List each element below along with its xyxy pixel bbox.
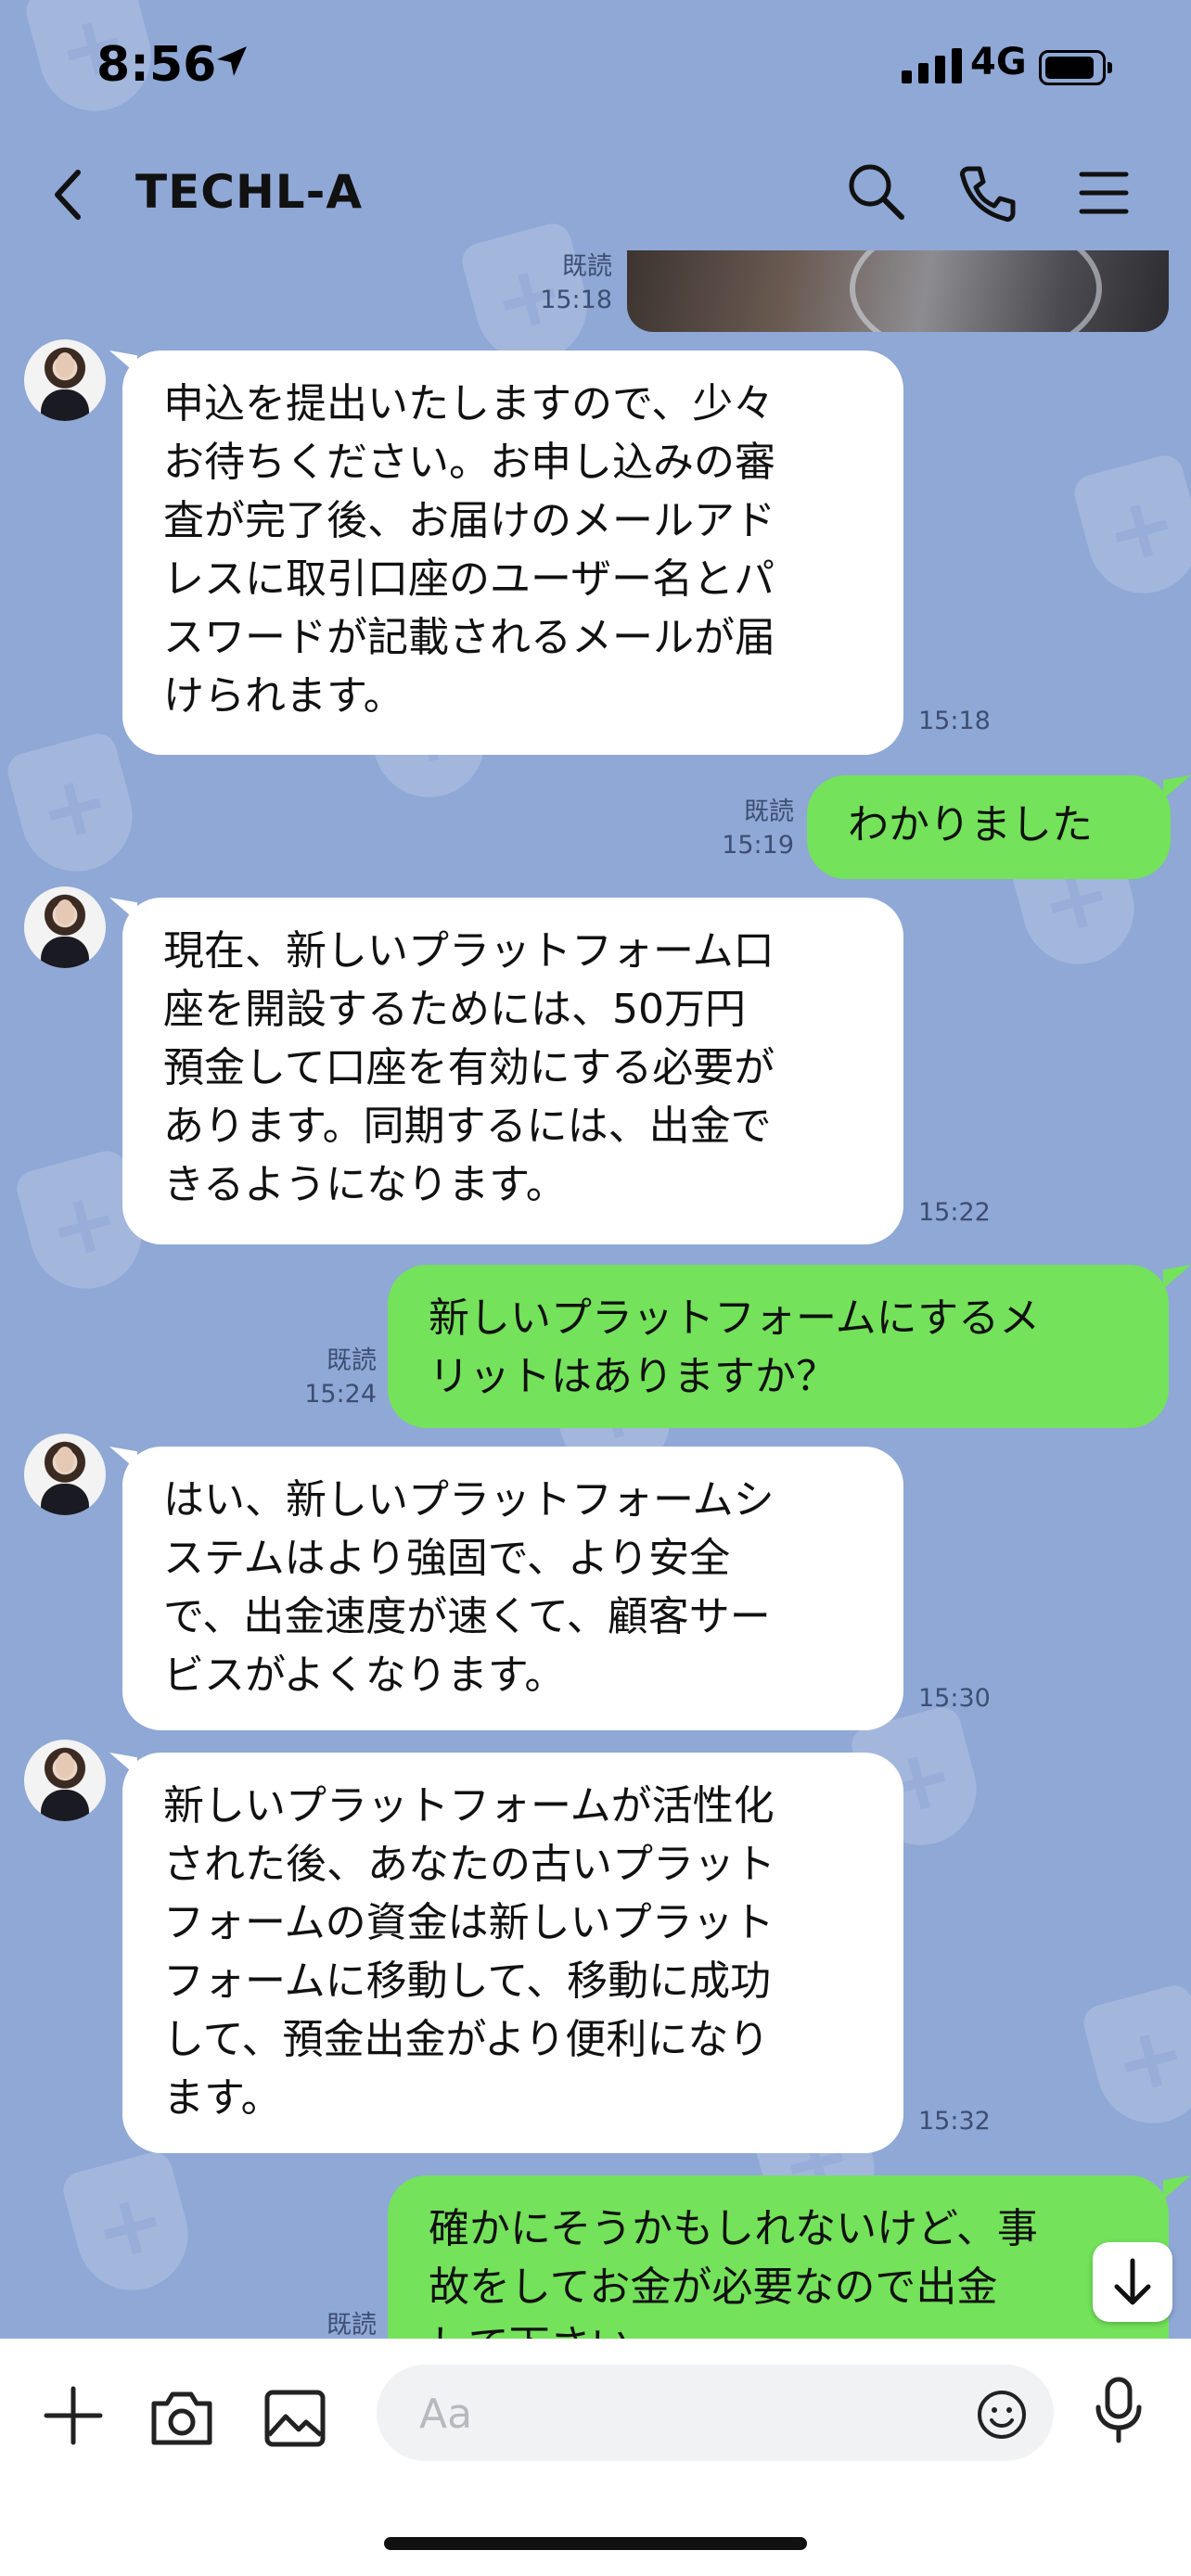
message-time: 15:32	[918, 2107, 991, 2136]
read-receipt: 既読	[744, 797, 794, 826]
message-meta: 既読	[269, 2309, 377, 2342]
read-receipt: 既読	[327, 2311, 377, 2340]
shield-watermark-icon	[1069, 451, 1191, 606]
network-type: 4G	[970, 41, 1027, 83]
message-time: 15:19	[722, 831, 794, 860]
shield-watermark-icon	[3, 729, 146, 885]
read-receipt: 既読	[327, 1346, 377, 1375]
shield-watermark-icon	[1079, 1981, 1191, 2136]
sent-image-message[interactable]	[627, 250, 1169, 332]
battery-icon	[1039, 50, 1112, 85]
home-indicator	[384, 2537, 807, 2550]
outgoing-message-bubble[interactable]: 新しいプラットフォームにするメ リットはありますか？	[388, 1265, 1169, 1428]
message-time: 15:30	[918, 1684, 991, 1713]
shield-watermark-icon	[58, 2148, 201, 2303]
emoji-icon[interactable]	[976, 2389, 1028, 2441]
phone-icon[interactable]	[955, 161, 1020, 226]
menu-icon[interactable]	[1078, 167, 1130, 219]
read-receipt: 既読	[562, 252, 612, 281]
message-time: 15:18	[540, 286, 612, 314]
back-chevron-icon[interactable]	[50, 167, 87, 223]
chat-header: TECHL-A	[0, 139, 1191, 250]
status-bar: 8:56 4G	[0, 0, 1191, 139]
avatar[interactable]	[24, 1434, 106, 1515]
incoming-message-bubble[interactable]: 申込を提出いたしますので、少々 お待ちください。お申し込みの審 査が完了後、お届…	[122, 351, 903, 755]
plus-icon[interactable]	[41, 2383, 106, 2448]
message-meta: 既読 15:19	[686, 796, 794, 862]
status-time: 8:56	[96, 37, 217, 93]
message-input[interactable]: Aa	[377, 2365, 1054, 2461]
avatar[interactable]	[24, 339, 106, 421]
arrow-down-icon	[1114, 2258, 1151, 2305]
message-time: 15:24	[304, 1380, 377, 1409]
message-composer: Aa	[0, 2339, 1191, 2576]
message-input-placeholder: Aa	[419, 2391, 473, 2438]
cellular-signal-icon	[902, 48, 962, 83]
incoming-message-bubble[interactable]: はい、新しいプラットフォームシ ステムはより強固で、より安全 で、出金速度が速く…	[122, 1447, 903, 1730]
avatar[interactable]	[24, 886, 106, 968]
incoming-message-bubble[interactable]: 新しいプラットフォームが活性化 された後、あなたの古いプラット フォームの資金は…	[122, 1753, 903, 2153]
message-meta: 既読 15:24	[269, 1345, 377, 1411]
avatar[interactable]	[24, 1740, 106, 1821]
camera-icon[interactable]	[148, 2389, 215, 2448]
outgoing-message-bubble[interactable]: わかりました	[807, 775, 1171, 879]
location-arrow-icon	[217, 46, 247, 76]
image-icon[interactable]	[263, 2389, 327, 2448]
message-meta: 既読 15:18	[519, 250, 612, 317]
search-icon[interactable]	[844, 159, 909, 224]
message-time: 15:18	[918, 707, 991, 735]
scroll-to-bottom-button[interactable]	[1093, 2242, 1172, 2322]
incoming-message-bubble[interactable]: 現在、新しいプラットフォーム口 座を開設するためには、50万円 預金して口座を有…	[122, 898, 903, 1244]
chat-title: TECHL-A	[135, 165, 364, 219]
message-time: 15:22	[918, 1198, 991, 1227]
microphone-icon[interactable]	[1093, 2376, 1145, 2446]
